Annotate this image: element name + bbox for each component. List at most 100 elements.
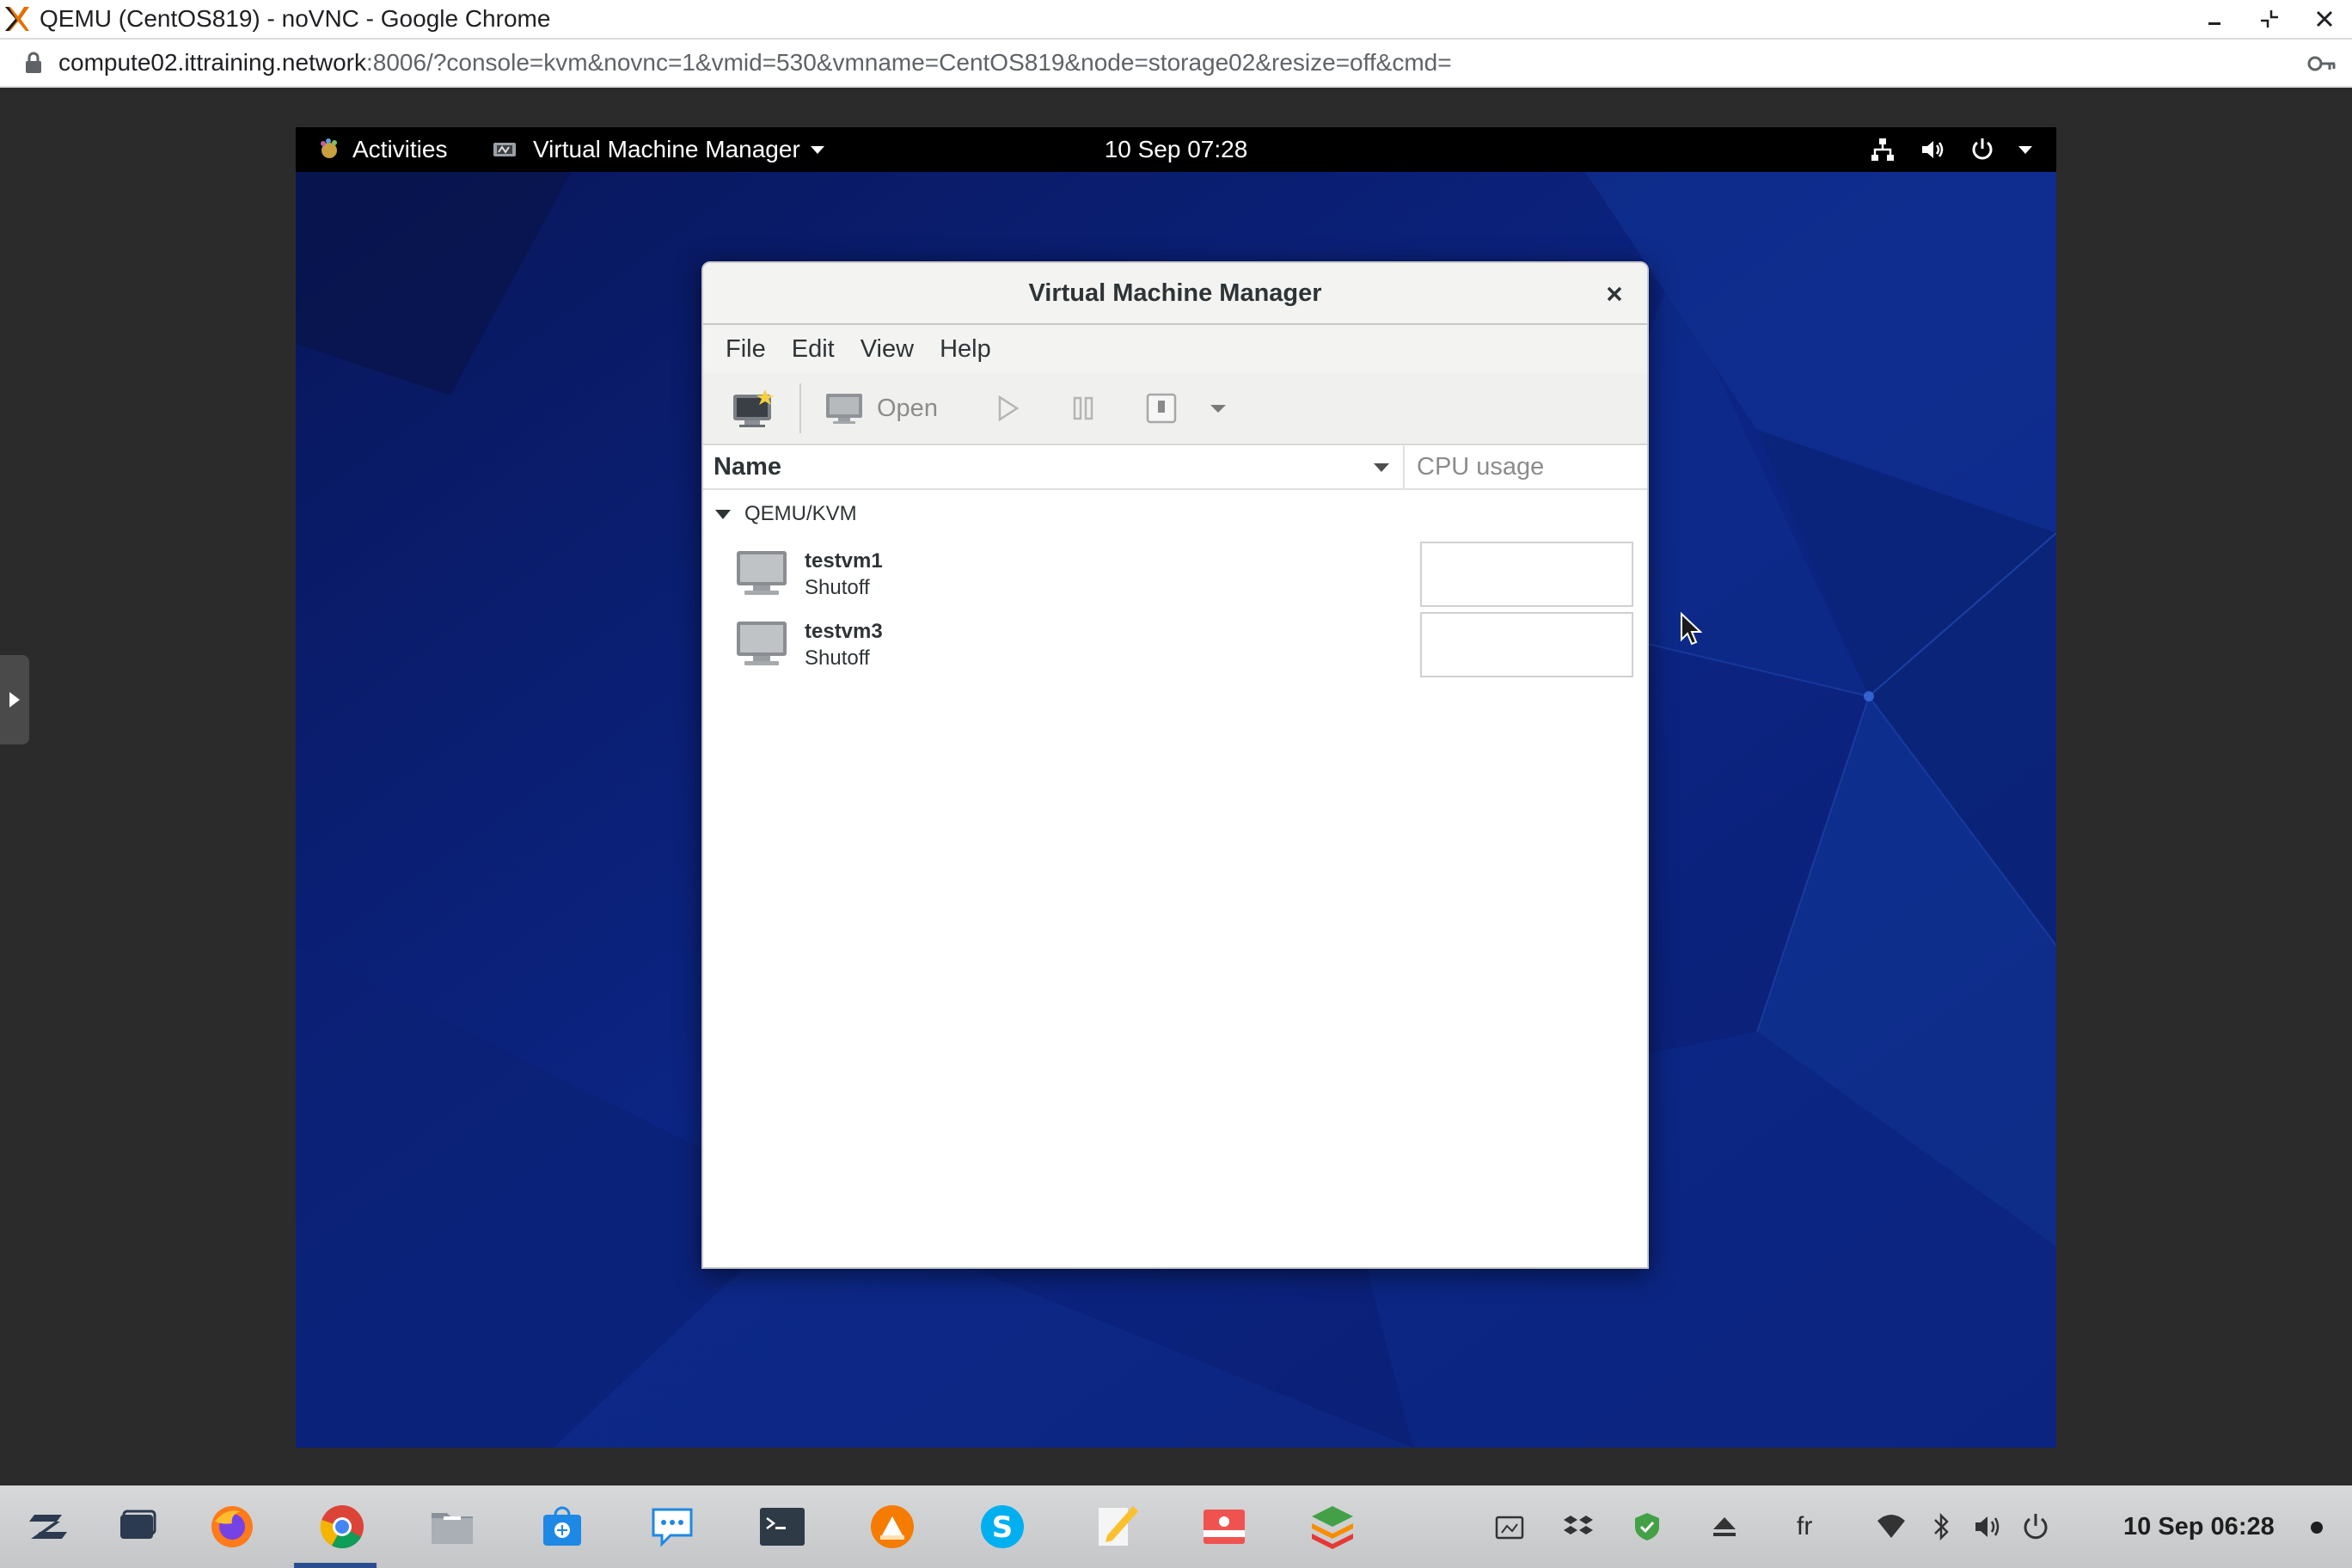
taskbar-clock[interactable]: 10 Sep 06:28: [2123, 1504, 2275, 1549]
keyboard-language[interactable]: fr: [1797, 1504, 1812, 1549]
lock-icon: [26, 52, 41, 73]
eject-icon: [1713, 1517, 1736, 1536]
sort-arrow-icon: [1374, 463, 1389, 472]
vm-list-header: Name CPU usage: [703, 444, 1647, 490]
restore-button[interactable]: [2242, 0, 2297, 38]
vm-status: Shutoff: [805, 646, 870, 670]
minimize-button[interactable]: [2187, 0, 2242, 38]
photo-icon: [1204, 1510, 1245, 1544]
notification-dot[interactable]: [2311, 1522, 2323, 1534]
close-window-button[interactable]: [2297, 0, 2352, 38]
gnome-clock[interactable]: 10 Sep 07:28: [1105, 136, 1248, 163]
power-tray-button[interactable]: [2018, 1508, 2053, 1546]
menu-edit[interactable]: Edit: [781, 330, 845, 369]
pause-button[interactable]: [1058, 381, 1108, 436]
software-store-launcher[interactable]: [536, 1501, 588, 1553]
orange-app-icon: [871, 1505, 914, 1548]
vmm-close-button[interactable]: [1601, 280, 1628, 308]
firefox-launcher[interactable]: [206, 1501, 258, 1553]
power-icon: [2024, 1514, 2048, 1540]
url-host: compute02.ittraining.network: [58, 49, 366, 76]
chrome-launcher[interactable]: [316, 1501, 368, 1553]
expand-arrow-icon: [9, 692, 20, 707]
shutdown-menu-button[interactable]: [1197, 381, 1239, 436]
menu-file[interactable]: File: [715, 330, 776, 369]
address-bar[interactable]: compute02.ittraining.network:8006/?conso…: [0, 38, 2352, 88]
new-vm-button[interactable]: [720, 381, 787, 436]
menu-help[interactable]: Help: [929, 330, 1001, 369]
vmm-app-icon: [493, 143, 516, 156]
restore-icon: [2261, 10, 2278, 28]
vm-monitor-icon: [737, 622, 787, 665]
workspaces-button[interactable]: [112, 1501, 163, 1553]
expander-arrow-icon[interactable]: [715, 509, 731, 519]
cpu-usage-graph: [1420, 612, 1633, 677]
dropbox-tray-button[interactable]: [1561, 1508, 1596, 1546]
column-header-name[interactable]: Name: [703, 444, 1405, 489]
open-label: Open: [877, 394, 938, 422]
layers-icon: [1312, 1506, 1353, 1549]
activities-label: Activities: [352, 136, 448, 162]
open-button[interactable]: Open: [813, 381, 948, 436]
run-button[interactable]: [983, 381, 1032, 436]
vm-console-screen[interactable]: Activities Virtual Machine Manager 10 Se…: [296, 127, 2056, 1448]
pause-icon: [1073, 396, 1093, 420]
minimize-icon: [2208, 22, 2220, 25]
wifi-tray-button[interactable]: [1874, 1508, 1908, 1546]
shutdown-icon: [1146, 393, 1177, 424]
files-launcher[interactable]: [426, 1501, 478, 1553]
new-vm-icon: [733, 389, 774, 427]
gnome-system-tray[interactable]: [1869, 127, 2032, 172]
chrome-icon: [320, 1505, 364, 1549]
app-menu[interactable]: Virtual Machine Manager: [492, 127, 824, 172]
svg-text:S: S: [992, 1510, 1014, 1545]
monitor-icon: [826, 394, 862, 424]
zorin-menu-button[interactable]: [22, 1501, 74, 1553]
security-tray-button[interactable]: [1630, 1508, 1664, 1546]
menu-view[interactable]: View: [850, 330, 924, 369]
vm-row[interactable]: testvm1 Shutoff: [703, 538, 1647, 609]
windows-icon: [120, 1510, 156, 1539]
activities-button[interactable]: Activities: [316, 127, 447, 172]
wifi-icon: [1877, 1515, 1905, 1538]
vmm-toolbar: Open: [703, 373, 1647, 445]
vm-status: Shutoff: [805, 576, 870, 599]
vmm-header-bar[interactable]: Virtual Machine Manager: [703, 263, 1647, 325]
eject-tray-button[interactable]: [1707, 1508, 1742, 1546]
vmm-window: Virtual Machine Manager File Edit View H…: [701, 261, 1649, 1269]
chevron-down-icon: [810, 145, 824, 154]
bluetooth-tray-button[interactable]: [1924, 1508, 1958, 1546]
shutdown-button[interactable]: [1134, 381, 1189, 436]
browser-title-bar: QEMU (CentOS819) - noVNC - Google Chrome: [0, 0, 2352, 38]
close-icon: [2316, 10, 2333, 28]
column-header-cpu[interactable]: CPU usage: [1405, 444, 1647, 489]
connection-row[interactable]: QEMU/KVM: [703, 490, 1647, 538]
text-editor-launcher[interactable]: [1090, 1501, 1142, 1553]
vm-row[interactable]: testvm3 Shutoff: [703, 609, 1647, 679]
messaging-launcher[interactable]: [646, 1501, 698, 1553]
key-icon[interactable]: [2307, 52, 2337, 76]
vlc-launcher[interactable]: [867, 1501, 918, 1553]
image-viewer-launcher[interactable]: [1198, 1501, 1250, 1553]
column-cpu-label: CPU usage: [1417, 452, 1545, 481]
screenshot-icon: [1495, 1516, 1524, 1540]
skype-launcher[interactable]: S: [977, 1501, 1028, 1553]
folder-icon: [432, 1513, 473, 1544]
network-icon: [1871, 138, 1894, 161]
vm-list[interactable]: QEMU/KVM testvm1 Shutoff testvm3 Shutoff: [703, 490, 1647, 1178]
layers-app-launcher[interactable]: [1307, 1501, 1358, 1553]
gnome-top-bar: Activities Virtual Machine Manager 10 Se…: [296, 127, 2056, 172]
volume-tray-button[interactable]: [1970, 1508, 2005, 1546]
firefox-icon: [211, 1506, 253, 1547]
app-menu-label: Virtual Machine Manager: [533, 136, 800, 162]
shopping-bag-icon: [543, 1506, 581, 1546]
vmm-menubar: File Edit View Help: [703, 325, 1647, 373]
vmm-window-title: Virtual Machine Manager: [1028, 279, 1322, 307]
dropbox-icon: [1564, 1516, 1593, 1534]
novnc-control-bar-handle[interactable]: [0, 655, 29, 744]
skype-icon: S: [981, 1505, 1024, 1548]
terminal-launcher[interactable]: [756, 1501, 808, 1553]
speaker-icon: [1975, 1516, 2000, 1537]
url-text[interactable]: compute02.ittraining.network:8006/?conso…: [58, 49, 1452, 77]
screenshot-tray-button[interactable]: [1492, 1508, 1527, 1546]
